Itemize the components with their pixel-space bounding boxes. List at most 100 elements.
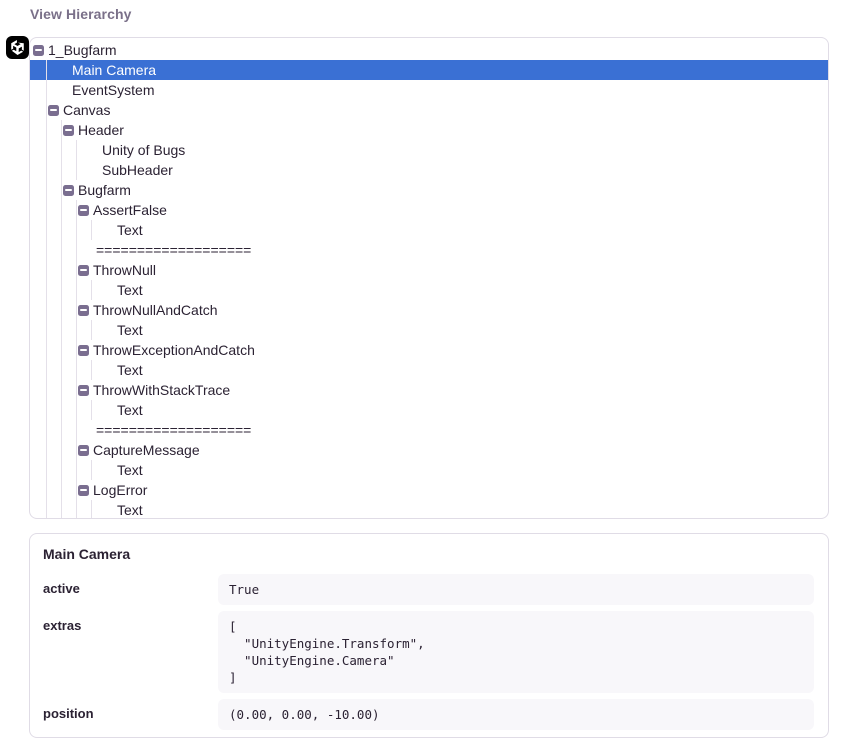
collapse-toggle-icon[interactable] <box>78 485 89 496</box>
tree-node-row[interactable]: ThrowNull <box>78 260 828 280</box>
tree-node: Text <box>93 360 828 380</box>
unity-platform-icon <box>6 36 29 59</box>
node-label: Text <box>117 360 143 380</box>
tree-node: CanvasHeaderUnity of BugsSubHeaderBugfar… <box>48 100 828 519</box>
tree-node-row[interactable]: LogError <box>78 480 828 500</box>
tree-node-row[interactable]: Unity of Bugs <box>78 140 828 160</box>
detail-label: active <box>43 574 218 605</box>
children-group: Text <box>91 460 828 480</box>
tree-node-row[interactable]: ThrowNullAndCatch <box>78 300 828 320</box>
collapse-toggle-icon[interactable] <box>63 185 74 196</box>
tree-node-row[interactable]: Canvas <box>48 100 828 120</box>
collapse-toggle-icon[interactable] <box>78 345 89 356</box>
collapse-toggle-icon[interactable] <box>78 385 89 396</box>
collapse-toggle-icon[interactable] <box>48 105 59 116</box>
view-hierarchy-page: View Hierarchy 1_BugfarmMain CameraEvent… <box>0 0 855 750</box>
tree-node-row[interactable]: Main Camera <box>48 60 828 80</box>
detail-row: position(0.00, 0.00, -10.00) <box>43 699 814 730</box>
tree-node: =================== <box>78 240 828 260</box>
unity-logo-icon <box>10 40 25 55</box>
details-panel: Main Camera activeTrueextras[ "UnityEngi… <box>29 533 829 738</box>
collapse-toggle-icon[interactable] <box>33 45 44 56</box>
hierarchy-tree: 1_BugfarmMain CameraEventSystemCanvasHea… <box>30 38 828 519</box>
node-label: ThrowNull <box>93 260 156 280</box>
node-label: 1_Bugfarm <box>48 40 116 60</box>
tree-node: Text <box>93 220 828 240</box>
children-group: Text <box>91 500 828 519</box>
tree-node-row[interactable]: Text <box>93 320 828 340</box>
node-label: EventSystem <box>72 80 154 100</box>
node-label: ThrowWithStackTrace <box>93 380 230 400</box>
node-label: LogError <box>93 480 147 500</box>
node-label: Text <box>117 460 143 480</box>
detail-value: True <box>218 574 814 605</box>
tree-node-row[interactable]: AssertFalse <box>78 200 828 220</box>
collapse-toggle-icon[interactable] <box>78 205 89 216</box>
tree-node-row[interactable]: Text <box>93 280 828 300</box>
details-title: Main Camera <box>43 546 814 562</box>
children-group: Text <box>91 320 828 340</box>
node-label: CaptureMessage <box>93 440 200 460</box>
tree-node: CaptureMessageText <box>78 440 828 480</box>
tree-node-row[interactable]: Bugfarm <box>63 180 828 200</box>
tree-node: ThrowWithStackTraceText <box>78 380 828 420</box>
detail-row: extras[ "UnityEngine.Transform", "UnityE… <box>43 611 814 693</box>
detail-label: extras <box>43 611 218 693</box>
tree-node-row[interactable]: Text <box>93 500 828 519</box>
node-label: Unity of Bugs <box>102 140 185 160</box>
tree-node: HeaderUnity of BugsSubHeader <box>63 120 828 180</box>
tree-node: EventSystem <box>48 80 828 100</box>
node-label: Canvas <box>63 100 110 120</box>
tree-separator-row[interactable]: =================== <box>78 240 828 260</box>
tree-node: =================== <box>78 420 828 440</box>
tree-node-row[interactable]: Text <box>93 400 828 420</box>
tree-panel: 1_BugfarmMain CameraEventSystemCanvasHea… <box>29 37 829 519</box>
collapse-toggle-icon[interactable] <box>63 125 74 136</box>
children-group: Text <box>91 280 828 300</box>
tree-node-row[interactable]: Text <box>93 360 828 380</box>
tree-node-row[interactable]: EventSystem <box>48 80 828 100</box>
node-label: Header <box>78 120 124 140</box>
children-group: Text <box>91 400 828 420</box>
tree-node: Text <box>93 400 828 420</box>
tree-node-row[interactable]: ThrowExceptionAndCatch <box>78 340 828 360</box>
node-label: Text <box>117 280 143 300</box>
tree-node-row[interactable]: ThrowWithStackTrace <box>78 380 828 400</box>
tree-node-row[interactable]: SubHeader <box>78 160 828 180</box>
node-label: =================== <box>96 240 251 260</box>
children-group: Text <box>91 220 828 240</box>
tree-node: ThrowExceptionAndCatchText <box>78 340 828 380</box>
tree-node-row[interactable]: Header <box>63 120 828 140</box>
tree-node: Main Camera <box>48 60 828 80</box>
detail-row: activeTrue <box>43 574 814 605</box>
children-group: AssertFalseText===================ThrowN… <box>76 200 828 519</box>
tree-node: ThrowNullText <box>78 260 828 300</box>
collapse-toggle-icon[interactable] <box>78 305 89 316</box>
tree-node-row[interactable]: Text <box>93 220 828 240</box>
node-label: Text <box>117 220 143 240</box>
children-group: Main CameraEventSystemCanvasHeaderUnity … <box>46 60 828 519</box>
tree-node: Text <box>93 460 828 480</box>
collapse-toggle-icon[interactable] <box>78 265 89 276</box>
collapse-toggle-icon[interactable] <box>78 445 89 456</box>
node-label: ThrowExceptionAndCatch <box>93 340 255 360</box>
tree-node-row[interactable]: 1_Bugfarm <box>33 40 828 60</box>
tree-node: Text <box>93 320 828 340</box>
tree-node-row[interactable]: CaptureMessage <box>78 440 828 460</box>
tree-node: SubHeader <box>78 160 828 180</box>
children-group: HeaderUnity of BugsSubHeaderBugfarmAsser… <box>61 120 828 519</box>
tree-node: Unity of Bugs <box>78 140 828 160</box>
tree-node: LogErrorText <box>78 480 828 519</box>
detail-label: position <box>43 699 218 730</box>
tree-node: Text <box>93 280 828 300</box>
node-label: SubHeader <box>102 160 173 180</box>
node-label: Text <box>117 320 143 340</box>
detail-value: [ "UnityEngine.Transform", "UnityEngine.… <box>218 611 814 693</box>
children-group: Unity of BugsSubHeader <box>76 140 828 180</box>
tree-node-row[interactable]: Text <box>93 460 828 480</box>
tree-separator-row[interactable]: =================== <box>78 420 828 440</box>
node-label: Main Camera <box>72 60 156 80</box>
tree-node: ThrowNullAndCatchText <box>78 300 828 340</box>
tree-node: 1_BugfarmMain CameraEventSystemCanvasHea… <box>33 40 828 519</box>
node-label: Bugfarm <box>78 180 131 200</box>
